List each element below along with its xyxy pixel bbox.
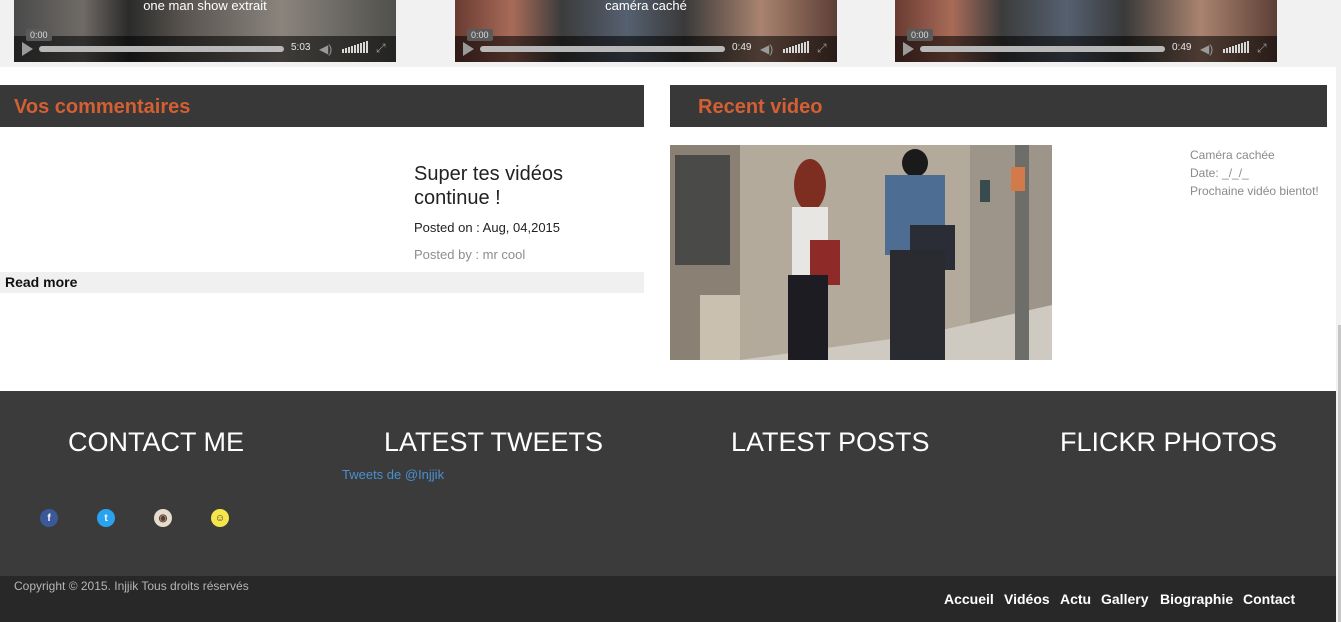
contact-title: CONTACT ME xyxy=(68,427,245,457)
volume-slider[interactable] xyxy=(1223,41,1249,53)
video-player[interactable]: caméra caché 0:00 0:49 ◀) ⤢ xyxy=(455,0,837,62)
nav-videos[interactable]: Vidéos xyxy=(1004,591,1050,607)
current-time: 0:00 xyxy=(26,29,52,41)
footer: CONTACT ME LATEST TWEETS LATEST POSTS FL… xyxy=(0,391,1336,576)
recent-video-name: Caméra cachée xyxy=(1190,148,1275,162)
nav-gallery[interactable]: Gallery xyxy=(1101,591,1148,607)
current-time: 0:00 xyxy=(467,29,493,41)
seek-bar[interactable] xyxy=(480,46,725,52)
video-player[interactable]: one man show extrait 0:00 5:03 ◀) ⤢ xyxy=(14,0,396,62)
flickr-photos-title: FLICKR PHOTOS xyxy=(1060,427,1278,457)
page: one man show extrait 0:00 5:03 ◀) ⤢ camé… xyxy=(0,0,1341,622)
video-player[interactable]: 0:00 0:49 ◀) ⤢ xyxy=(895,0,1277,62)
bottom-bar: Copyright © 2015. Injjik Tous droits rés… xyxy=(0,576,1336,622)
comment-date: Posted on : Aug, 04,2015 xyxy=(414,220,561,235)
volume-slider[interactable] xyxy=(342,41,368,53)
nav-biographie[interactable]: Biographie xyxy=(1160,591,1233,607)
latest-posts-title: LATEST POSTS xyxy=(731,427,930,457)
comment-title: Super tes vidéos continue ! xyxy=(414,163,563,209)
read-more-link[interactable]: Read more xyxy=(0,272,644,293)
mute-icon[interactable]: ◀) xyxy=(760,42,773,56)
seek-bar[interactable] xyxy=(920,46,1165,52)
latest-tweets-title: LATEST TWEETS xyxy=(384,427,604,457)
recent-video-info: Caméra cachée Date: _/_/_ Prochaine vidé… xyxy=(1190,146,1319,200)
volume-slider[interactable] xyxy=(783,41,809,53)
video-duration: 0:49 xyxy=(1172,42,1192,53)
nav-actu[interactable]: Actu xyxy=(1060,591,1091,607)
recent-video-thumbnail[interactable] xyxy=(670,145,1052,360)
recent-video-date: Date: _/_/_ xyxy=(1190,166,1249,180)
facebook-icon[interactable]: f xyxy=(40,509,58,527)
mute-icon[interactable]: ◀) xyxy=(319,42,332,56)
video-duration: 5:03 xyxy=(291,42,311,53)
nav-contact[interactable]: Contact xyxy=(1243,591,1295,607)
recent-video-note: Prochaine vidéo bientot! xyxy=(1190,184,1319,198)
video-controls: 0:00 0:49 ◀) ⤢ xyxy=(455,29,837,62)
play-icon[interactable] xyxy=(463,42,474,56)
play-icon[interactable] xyxy=(22,42,33,56)
seek-bar[interactable] xyxy=(39,46,284,52)
recent-video-scene xyxy=(670,145,1052,360)
video-strip: one man show extrait 0:00 5:03 ◀) ⤢ camé… xyxy=(0,0,1336,67)
comment-author: Posted by : mr cool xyxy=(414,247,526,262)
nav-accueil[interactable]: Accueil xyxy=(944,591,994,607)
fullscreen-icon[interactable]: ⤢ xyxy=(1257,41,1267,56)
snapchat-icon[interactable]: ☺ xyxy=(211,509,229,527)
tweets-link[interactable]: Tweets de @Injjik xyxy=(342,467,444,482)
copyright: Copyright © 2015. Injjik Tous droits rés… xyxy=(14,579,249,593)
fullscreen-icon[interactable]: ⤢ xyxy=(376,41,386,56)
video-duration: 0:49 xyxy=(732,42,752,53)
instagram-icon[interactable]: ◉ xyxy=(154,509,172,527)
video-controls: 0:00 0:49 ◀) ⤢ xyxy=(895,29,1277,62)
video-controls: 0:00 5:03 ◀) ⤢ xyxy=(14,29,396,62)
twitter-icon[interactable]: t xyxy=(97,509,115,527)
comments-header: Vos commentaires xyxy=(0,85,644,127)
mute-icon[interactable]: ◀) xyxy=(1200,42,1213,56)
current-time: 0:00 xyxy=(907,29,933,41)
video-title: caméra caché xyxy=(605,0,687,13)
play-icon[interactable] xyxy=(903,42,914,56)
video-title: one man show extrait xyxy=(143,0,267,13)
recent-video-header: Recent video xyxy=(670,85,1327,127)
fullscreen-icon[interactable]: ⤢ xyxy=(817,41,827,56)
